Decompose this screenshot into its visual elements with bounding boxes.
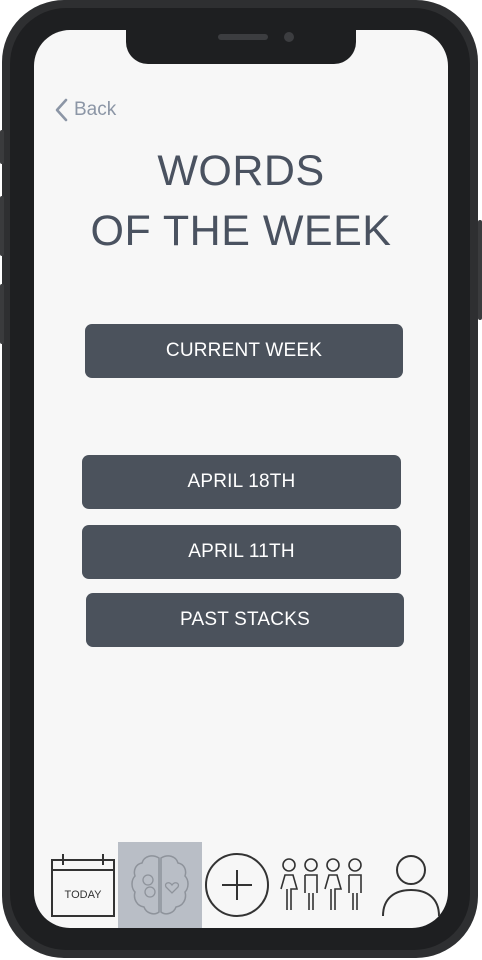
april-18th-button[interactable]: APRIL 18TH [82,455,401,509]
volume-up-button [0,196,4,256]
brain-icon [131,855,189,915]
volume-down-button [0,284,4,344]
front-camera [284,32,294,42]
page-title-line2: OF THE WEEK [90,207,392,255]
current-week-button[interactable]: CURRENT WEEK [85,324,403,378]
add-icon [205,853,269,917]
nav-today[interactable]: TODAY [48,842,118,928]
profile-icon [382,855,440,917]
april-11th-button[interactable]: APRIL 11TH [82,525,401,579]
notch [126,30,356,64]
mute-switch [0,130,4,164]
speaker [218,34,268,40]
page-title-line1: WORDS [157,147,325,195]
nav-group[interactable] [274,842,372,928]
past-stacks-button[interactable]: PAST STACKS [86,593,404,647]
power-button [478,220,482,320]
nav-profile[interactable] [374,842,448,928]
back-button[interactable]: Back [54,98,116,122]
app-screen: Back WORDS OF THE WEEK CURRENT WEEK APRI… [34,30,448,928]
calendar-icon: TODAY [51,854,115,917]
nav-brain[interactable] [118,842,202,928]
back-label: Back [74,99,117,120]
today-label: TODAY [65,889,103,901]
group-icon [280,858,362,910]
chevron-left-icon [55,98,68,122]
nav-add[interactable] [202,842,272,928]
